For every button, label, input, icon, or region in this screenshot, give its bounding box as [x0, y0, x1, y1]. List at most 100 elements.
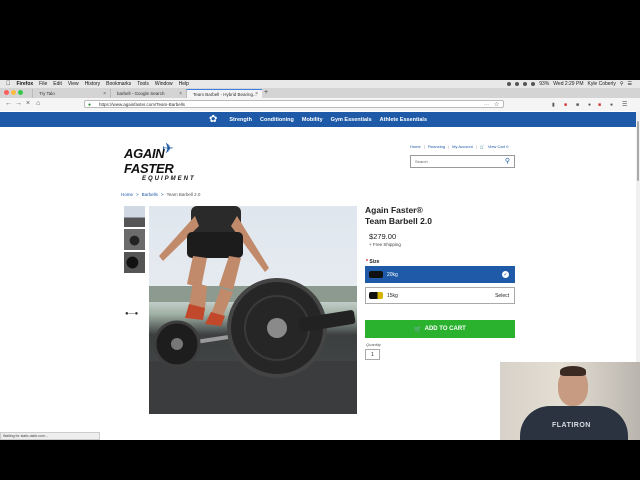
barbell-swatch-icon: [369, 292, 383, 299]
search-icon[interactable]: ⚲: [620, 81, 624, 87]
tab-try-talo[interactable]: Try Talo ×: [32, 89, 110, 98]
breadcrumb-home[interactable]: Home: [121, 192, 133, 197]
link-view-cart[interactable]: View Cart 0: [488, 144, 509, 149]
clock[interactable]: Wed 2:29 PM: [553, 81, 583, 87]
nav-conditioning[interactable]: Conditioning: [260, 117, 294, 123]
breadcrumb-barbells[interactable]: Barbells: [142, 192, 158, 197]
tab-google-search[interactable]: barbell - Google Search ×: [110, 89, 186, 98]
product-title: Again Faster® Team Barbell 2.0: [365, 205, 432, 227]
close-tab-icon[interactable]: ×: [103, 91, 106, 97]
tab-bar: Try Talo × barbell - Google Search × Tea…: [0, 88, 640, 98]
plate-hub: [267, 318, 287, 338]
divider: |: [423, 144, 425, 149]
new-tab-icon[interactable]: +: [264, 89, 268, 96]
quantity-label: Quantity: [366, 342, 381, 347]
link-my-account[interactable]: My Account: [452, 144, 473, 149]
nav-mobility[interactable]: Mobility: [302, 117, 323, 123]
home-icon[interactable]: ⌂: [36, 100, 40, 107]
size-label: * Size: [366, 259, 379, 265]
athlete-leg: [219, 256, 241, 290]
menu-file[interactable]: File: [39, 81, 47, 87]
menu-view[interactable]: View: [68, 81, 79, 87]
page-actions-icon[interactable]: ⋯: [484, 102, 489, 108]
barbell-swatch-icon: [369, 271, 383, 278]
status-icon[interactable]: [515, 82, 520, 86]
menu-tools[interactable]: Tools: [137, 81, 149, 87]
webcam-person-hair: [560, 366, 586, 376]
select-option-text[interactable]: Select: [495, 293, 509, 299]
lock-icon[interactable]: ●: [88, 102, 91, 108]
athlete-shirt: [191, 206, 241, 234]
menu-bookmarks[interactable]: Bookmarks: [106, 81, 131, 87]
minimize-window-icon[interactable]: [11, 90, 16, 95]
barbell-thumbnail-icon[interactable]: ●—●: [125, 311, 138, 317]
search-icon[interactable]: ⚲: [505, 157, 510, 165]
tab-label: Team Barbell - Hybrid Bearing...: [193, 91, 257, 97]
nav-gym-essentials[interactable]: Gym Essentials: [331, 117, 372, 123]
brand-sub: EQUIPMENT: [142, 176, 196, 182]
extension-icon[interactable]: ●: [588, 102, 591, 108]
apple-icon[interactable]: : [6, 81, 11, 87]
close-tab-icon[interactable]: ×: [179, 91, 182, 97]
search-placeholder: Search: [415, 159, 428, 164]
forward-icon[interactable]: →: [15, 100, 22, 107]
size-option-20kg[interactable]: 20kg ✓: [365, 266, 515, 283]
extension-icon[interactable]: ■: [576, 102, 579, 108]
product-name: Team Barbell 2.0: [365, 216, 432, 226]
menu-help[interactable]: Help: [179, 81, 189, 87]
extension-icon[interactable]: ■: [564, 102, 567, 108]
url-bar[interactable]: https://www.againfaster.com/Team-Barbell…: [84, 100, 504, 108]
size-option-label: 15kg: [387, 292, 398, 299]
product-price: $279.00: [369, 232, 397, 241]
tab-team-barbell[interactable]: Team Barbell - Hybrid Bearing... ×: [186, 89, 262, 98]
menu-window[interactable]: Window: [155, 81, 173, 87]
link-financing[interactable]: Financing: [428, 144, 445, 149]
brand-logo[interactable]: ✈ AGAIN FASTER EQUIPMENT: [124, 140, 214, 182]
menu-edit[interactable]: Edit: [53, 81, 62, 87]
quantity-input[interactable]: 1: [365, 349, 380, 360]
extension-icon[interactable]: ■: [598, 102, 601, 108]
stop-icon[interactable]: ×: [26, 100, 30, 107]
status-icon[interactable]: [523, 82, 528, 86]
product-main-image[interactable]: [149, 206, 357, 414]
product-thumbnail-3[interactable]: [124, 252, 145, 273]
required-marker: *: [366, 259, 368, 265]
menu-list-icon[interactable]: ☰: [628, 81, 632, 87]
close-window-icon[interactable]: [4, 90, 9, 95]
browser-status-bar: Waiting for static.olark.com...: [0, 432, 100, 440]
size-option-15kg[interactable]: 15kg Select: [365, 287, 515, 304]
nav-strength[interactable]: Strength: [229, 117, 252, 123]
breadcrumb: Home > Barbells > Team Barbell 2.0: [121, 192, 200, 197]
athlete-logo-icon[interactable]: ✿: [209, 114, 217, 125]
menu-app[interactable]: Firefox: [17, 81, 34, 87]
maximize-window-icon[interactable]: [18, 90, 23, 95]
status-icon[interactable]: [507, 82, 512, 86]
wifi-icon[interactable]: [531, 82, 536, 86]
close-tab-icon[interactable]: ×: [255, 91, 258, 97]
bookmark-star-icon[interactable]: ☆: [494, 101, 499, 108]
product-thumbnail-2[interactable]: [124, 229, 145, 250]
library-icon[interactable]: ▮: [552, 102, 555, 108]
runner-logo-icon: ✈: [162, 140, 174, 156]
size-option-label: 20kg: [387, 271, 398, 278]
browser-toolbar: ← → × ⌂ https://www.againfaster.com/Team…: [0, 98, 640, 112]
menu-history[interactable]: History: [85, 81, 101, 87]
os-menubar:  Firefox File Edit View History Bookmar…: [0, 80, 640, 88]
battery-percent[interactable]: 93%: [539, 81, 549, 87]
product-thumbnail-1[interactable]: [124, 206, 145, 227]
breadcrumb-current: Team Barbell 2.0: [166, 192, 201, 197]
scrollbar-thumb[interactable]: [637, 121, 639, 181]
menubar-status-area: 93% Wed 2:29 PM Kyle Coberly ⚲ ☰: [507, 80, 632, 88]
site-navigation: ✿ Strength Conditioning Mobility Gym Ess…: [0, 112, 636, 127]
back-icon[interactable]: ←: [5, 100, 12, 107]
add-to-cart-button[interactable]: 🛒 ADD TO CART: [365, 320, 515, 338]
nav-athlete-essentials[interactable]: Athlete Essentials: [380, 117, 427, 123]
search-input[interactable]: Search ⚲: [410, 155, 515, 168]
product-photo: [149, 206, 357, 414]
extension-icon[interactable]: ●: [610, 102, 613, 108]
cart-icon[interactable]: 🛒: [480, 144, 485, 149]
link-home[interactable]: Home: [410, 144, 421, 149]
hamburger-menu-icon[interactable]: ☰: [622, 101, 627, 108]
user-name[interactable]: Kyle Coberly: [587, 81, 615, 87]
shirt-logo-text: FLATIRON: [552, 422, 591, 429]
